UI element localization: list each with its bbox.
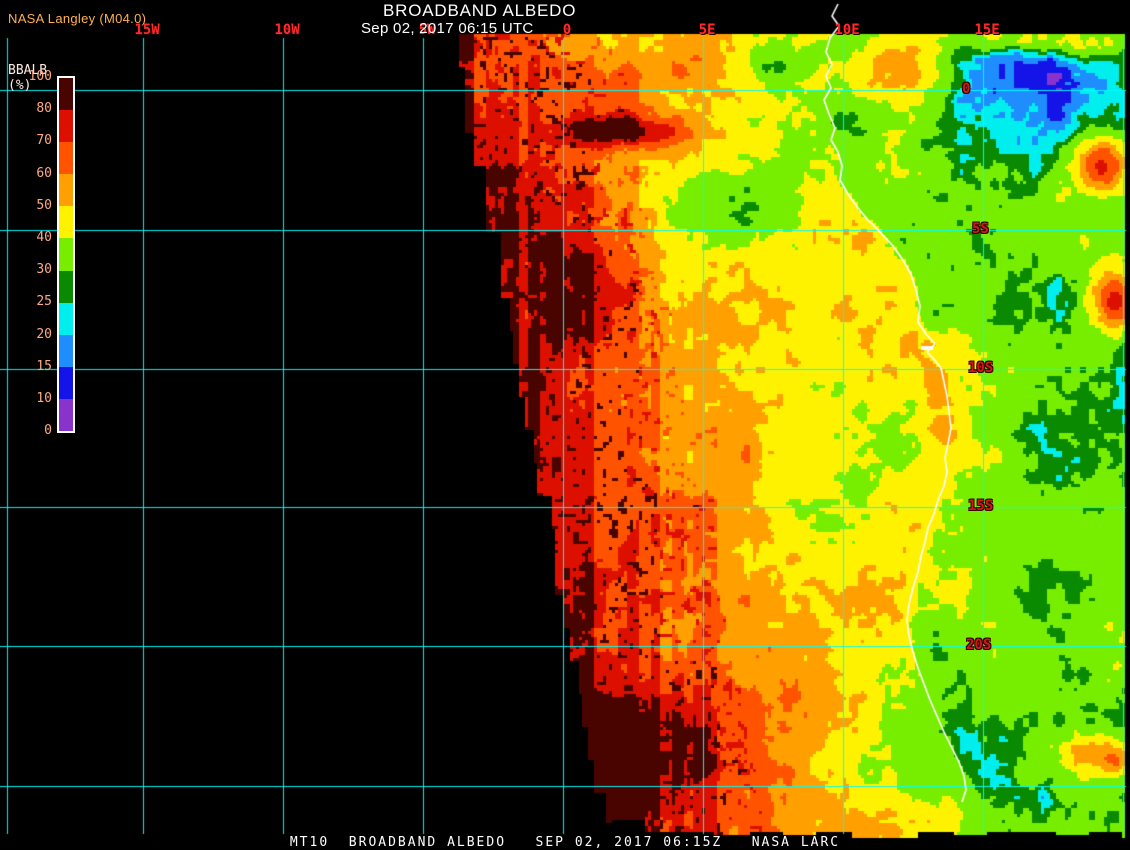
source-version-label: NASA Langley (M04.0): [8, 11, 147, 26]
legend-tick-label: 10: [36, 391, 52, 406]
legend-color-segment: [59, 366, 73, 399]
legend-color-segment: [59, 238, 73, 271]
legend-tick-label: 70: [36, 133, 52, 149]
legend-color-segment: [59, 270, 73, 303]
legend-color-segment: [59, 78, 73, 111]
albedo-map-app: NASA Langley (M04.0) BROADBAND ALBEDO Se…: [0, 0, 1130, 850]
latitude-label: 15S: [968, 498, 994, 514]
legend-color-segment: [59, 110, 73, 143]
longitude-label: 10W: [274, 22, 300, 38]
legend-color-segment: [59, 206, 73, 239]
legend-tick-label: 80: [36, 101, 52, 117]
latitude-label: 20S: [966, 637, 992, 653]
legend-tick-label: 40: [36, 230, 52, 245]
longitude-label: 10E: [834, 22, 860, 38]
legend-tick-label: 20: [36, 326, 52, 342]
legend-tick-label: 30: [36, 262, 52, 278]
longitude-label: 5E: [698, 22, 716, 38]
legend-color-segment: [59, 142, 73, 175]
footer-caption: MT10 BROADBAND ALBEDO SEP 02, 2017 06:15…: [289, 835, 841, 850]
longitude-label: 0: [562, 22, 572, 38]
legend-colorbar: [57, 76, 75, 433]
legend-tick-label: 100: [28, 69, 52, 84]
legend-tick-label: 50: [36, 197, 52, 213]
latitude-label: 10S: [968, 360, 994, 376]
legend-color-segment: [59, 398, 73, 432]
legend-color-segment: [59, 302, 73, 335]
legend-color-segment: [59, 174, 73, 207]
albedo-raster-map: [0, 0, 1130, 850]
legend-tick-label: 15: [36, 358, 52, 374]
longitude-label: 15E: [974, 22, 1000, 38]
legend-tick-label: 60: [36, 165, 52, 181]
timestamp-subtitle: Sep 02, 2017 06:15 UTC: [361, 20, 534, 37]
legend-color-segment: [59, 334, 73, 367]
legend-tick-label: 0: [44, 423, 52, 439]
legend-tick-label: 25: [36, 294, 52, 310]
latitude-label: 5S: [972, 221, 989, 237]
latitude-label: 0: [962, 81, 971, 97]
page-title: BROADBAND ALBEDO: [383, 1, 577, 20]
